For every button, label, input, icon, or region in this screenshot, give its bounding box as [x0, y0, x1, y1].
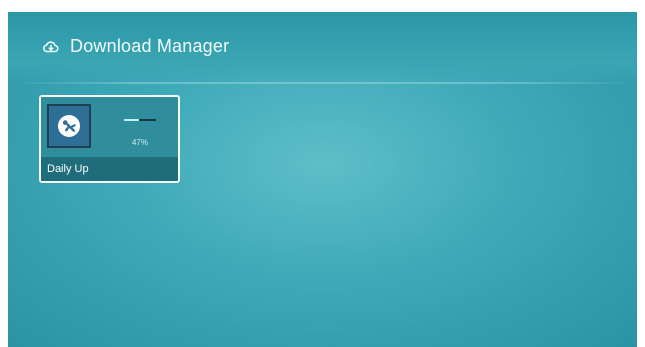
download-item-daily-up[interactable]: 47% Daily Up [39, 95, 180, 183]
header-divider [8, 82, 637, 84]
page-title: Download Manager [70, 36, 230, 56]
download-progress-percent: 47% [131, 138, 148, 147]
cloud-download-icon [42, 38, 60, 56]
download-progress-bar [124, 119, 156, 121]
app-person-icon [47, 104, 91, 148]
download-progress-fill [124, 119, 140, 121]
page-header: Download Manager [42, 36, 229, 57]
download-item-name: Daily Up [47, 163, 89, 175]
download-manager-screen: Download Manager 47% Daily Up [8, 12, 637, 347]
